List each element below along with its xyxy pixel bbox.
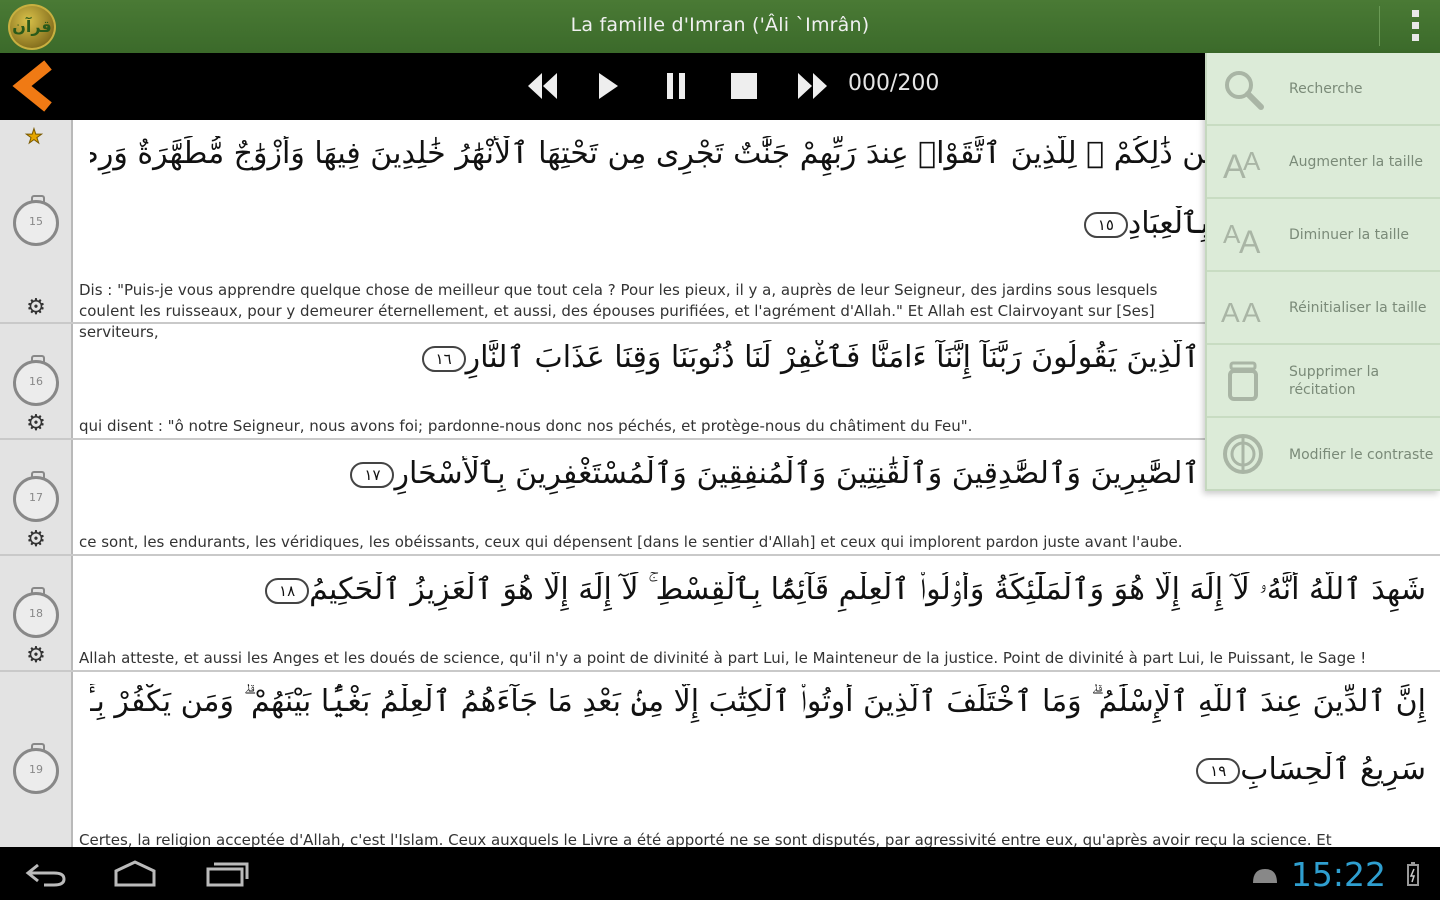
stop-icon[interactable]	[728, 69, 760, 103]
verse-counter: 000/200	[848, 71, 940, 96]
verse-number-badge[interactable]: 15	[13, 195, 59, 246]
nav-home-icon[interactable]	[112, 859, 158, 889]
verse-settings-gear-icon[interactable]: ⚙	[24, 412, 48, 436]
menu-item-label: Supprimer la récitation	[1289, 363, 1380, 398]
arabic-verse-text: إِنَّ ٱلدِّينَ عِندَ ٱللَّهِ ٱلْإِسْلَٰم…	[90, 684, 1426, 719]
arabic-verse-text: ٱلَّذِينَ يَقُولُونَ رَبَّنَآ إِنَّنَآ ء…	[90, 340, 1200, 386]
verse-row[interactable]: 19 إِنَّ ٱلدِّينَ عِندَ ٱللَّهِ ٱلْإِسْل…	[0, 672, 1440, 847]
status-clock: 15:22	[1290, 855, 1386, 894]
menu-item-contrast[interactable]: Modifier le contraste	[1207, 418, 1440, 491]
fast-forward-icon[interactable]	[794, 69, 830, 103]
play-icon[interactable]	[594, 69, 622, 103]
back-arrow-icon[interactable]	[12, 59, 56, 113]
menu-item-search[interactable]: Recherche	[1207, 53, 1440, 126]
menu-item-label: Réinitialiser la taille	[1289, 299, 1427, 316]
pause-icon[interactable]	[662, 69, 690, 103]
system-navigation-bar: 15:22	[0, 847, 1440, 900]
nav-recent-apps-icon[interactable]	[204, 859, 250, 889]
verse-number-badge[interactable]: 18	[13, 587, 59, 638]
verse-number-badge[interactable]: 16	[13, 355, 59, 406]
divider	[1379, 6, 1380, 46]
verse-number-marker: ١٧	[350, 461, 395, 488]
verse-number-badge[interactable]: 19	[13, 743, 59, 794]
page-title: La famille d'Imran ('Âli `Imrân)	[570, 14, 870, 36]
menu-item-decrease-size[interactable]: A A Diminuer la taille	[1207, 199, 1440, 272]
overflow-dropdown-menu: Recherche A A Augmenter la taille A A Di…	[1205, 53, 1440, 491]
svg-text:A: A	[1243, 146, 1261, 176]
menu-item-label: Recherche	[1289, 80, 1363, 97]
text-size-reset-icon: A A	[1221, 297, 1261, 328]
verse-number-marker: ١٥	[1083, 211, 1128, 238]
svg-text:A: A	[1221, 297, 1240, 328]
trash-icon	[1228, 361, 1258, 401]
menu-item-label: Augmenter la taille	[1289, 153, 1424, 170]
french-translation: Certes, la religion acceptée d'Allah, c'…	[79, 831, 1332, 847]
text-size-increase-icon: A A	[1223, 146, 1261, 184]
battery-icon	[1407, 862, 1419, 886]
french-translation: ce sont, les endurants, les véridiques, …	[79, 533, 1183, 551]
title-bar: قرآن La famille d'Imran ('Âli `Imrân)	[0, 0, 1440, 53]
menu-item-label: Modifier le contraste	[1289, 446, 1434, 463]
menu-item-delete-recitation[interactable]: Supprimer la récitation	[1207, 345, 1440, 418]
search-icon	[1225, 71, 1264, 110]
arabic-verse-text-line2: سَرِيعُ ٱلْحِسَابِ١٩	[90, 752, 1426, 798]
verse-number-marker: ١٩	[1196, 757, 1241, 784]
french-translation: Allah atteste, et aussi les Anges et les…	[79, 649, 1367, 667]
bookmark-star-icon[interactable]: ★	[25, 124, 44, 149]
android-notification-icon	[1253, 869, 1277, 883]
menu-item-reset-size[interactable]: A A Réinitialiser la taille	[1207, 272, 1440, 345]
svg-text:A: A	[1242, 297, 1261, 328]
verse-settings-gear-icon[interactable]: ⚙	[24, 528, 48, 552]
arabic-verse-text: شَهِدَ ٱللَّهُ أَنَّهُۥ لَآ إِلَٰهَ إِلَ…	[90, 572, 1426, 618]
verse-number-marker: ١٦	[421, 345, 466, 372]
menu-item-increase-size[interactable]: A A Augmenter la taille	[1207, 126, 1440, 199]
verse-settings-gear-icon[interactable]: ⚙	[24, 644, 48, 668]
verse-number-badge[interactable]: 17	[13, 471, 59, 522]
arabic-verse-text: ٱلصَّٰبِرِينَ وَٱلصَّٰدِقِينَ وَٱلْقَٰنِ…	[90, 456, 1200, 502]
verse-settings-gear-icon[interactable]: ⚙	[24, 296, 48, 320]
app-window: قرآن La famille d'Imran ('Âli `Imrân) 00…	[0, 0, 1440, 900]
svg-text:A: A	[1239, 224, 1261, 257]
verse-number-marker: ١٨	[265, 577, 310, 604]
verse-row[interactable]: 18 ⚙ شَهِدَ ٱللَّهُ أَنَّهُۥ لَآ إِلَٰهَ…	[0, 556, 1440, 672]
overflow-menu-icon[interactable]	[1410, 10, 1420, 44]
nav-back-icon[interactable]	[24, 859, 68, 889]
rewind-icon[interactable]	[525, 69, 561, 103]
contrast-icon	[1223, 434, 1263, 474]
text-size-decrease-icon: A A	[1223, 219, 1261, 257]
menu-item-label: Diminuer la taille	[1289, 226, 1410, 243]
